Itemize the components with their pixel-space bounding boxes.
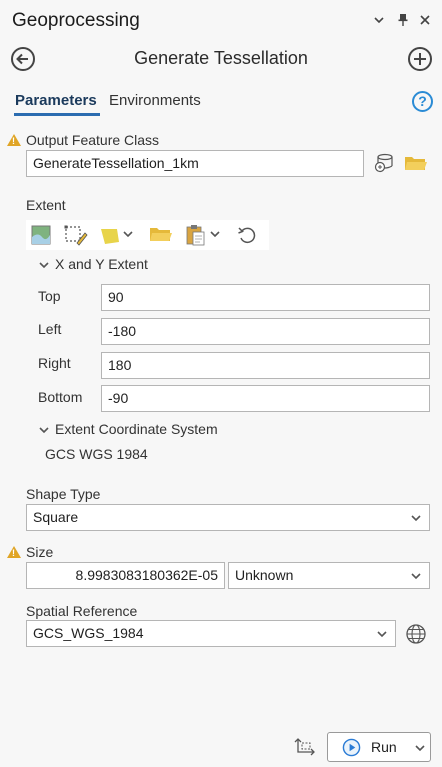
pane-title: Geoprocessing xyxy=(12,10,140,31)
globe-icon xyxy=(406,624,426,644)
extent-coordinate-system-label: Extent Coordinate System xyxy=(55,421,218,437)
warning-icon: ! xyxy=(7,546,21,558)
extent-left-label: Left xyxy=(38,321,62,337)
chevron-down-icon xyxy=(209,228,221,243)
chevron-down-icon xyxy=(374,17,384,24)
chevron-down-icon xyxy=(411,515,421,522)
extent-label: Extent xyxy=(26,197,66,213)
size-value-input[interactable]: 8.9983083180362E-05 xyxy=(26,562,225,589)
pane-options-dropdown[interactable] xyxy=(372,12,386,28)
chevron-down-icon xyxy=(122,228,134,243)
spatial-reference-value: GCS_WGS_1984 xyxy=(33,625,144,641)
footer-action-button[interactable] xyxy=(294,736,318,758)
pin-pane-button[interactable] xyxy=(396,12,410,28)
shape-type-value: Square xyxy=(33,509,79,525)
size-unit-value: Unknown xyxy=(235,567,294,583)
undo-icon xyxy=(238,227,256,244)
chevron-down-icon xyxy=(377,631,387,638)
close-pane-button[interactable] xyxy=(418,12,432,28)
xy-extent-section-toggle[interactable]: X and Y Extent xyxy=(38,256,238,274)
extent-from-map-button[interactable] xyxy=(30,223,52,249)
warning-icon: ! xyxy=(7,134,21,146)
pin-icon xyxy=(398,14,408,26)
browse-folder-button[interactable] xyxy=(404,153,428,173)
play-icon xyxy=(342,738,361,757)
spatial-reference-label: Spatial Reference xyxy=(26,603,138,619)
shape-type-label: Shape Type xyxy=(26,486,101,502)
extent-left-input[interactable]: -180 xyxy=(101,318,430,345)
output-feature-class-label: Output Feature Class xyxy=(26,132,160,148)
chevron-down-icon xyxy=(39,427,49,434)
folder-icon xyxy=(405,157,427,170)
chevron-down-icon xyxy=(39,262,49,269)
spatial-reference-select[interactable]: GCS_WGS_1984 xyxy=(26,620,396,647)
tab-parameters[interactable]: Parameters xyxy=(15,92,97,109)
help-icon[interactable]: ? xyxy=(412,91,433,112)
run-button-label: Run xyxy=(371,739,397,755)
coordinate-system-button[interactable] xyxy=(405,623,427,645)
browse-extent-folder-button[interactable] xyxy=(149,223,173,249)
output-feature-class-input[interactable]: GenerateTessellation_1km xyxy=(26,150,364,177)
layer-polygon-icon xyxy=(101,229,119,244)
chevron-down-icon xyxy=(411,573,421,580)
extent-bottom-input[interactable]: -90 xyxy=(101,385,430,412)
extent-top-input[interactable]: 90 xyxy=(101,284,430,311)
tab-environments[interactable]: Environments xyxy=(109,92,201,109)
paste-extent-dropdown[interactable] xyxy=(185,223,223,249)
extent-bottom-label: Bottom xyxy=(38,389,83,405)
draw-rectangle-icon xyxy=(64,225,88,246)
xy-extent-section-label: X and Y Extent xyxy=(55,256,148,272)
clipboard-icon xyxy=(186,225,205,246)
shape-type-select[interactable]: Square xyxy=(26,504,430,531)
extent-right-label: Right xyxy=(38,355,71,371)
database-browse-button[interactable] xyxy=(373,152,395,174)
run-button[interactable]: Run xyxy=(327,732,431,762)
chevron-down-icon xyxy=(415,745,425,752)
extent-right-input[interactable]: 180 xyxy=(101,352,430,379)
map-extent-icon xyxy=(31,225,51,245)
extent-from-layer-dropdown[interactable] xyxy=(99,223,135,249)
database-icon xyxy=(374,153,393,173)
size-label: Size xyxy=(26,544,54,560)
size-unit-select[interactable]: Unknown xyxy=(228,562,430,589)
extent-coordinate-system-toggle[interactable]: Extent Coordinate System xyxy=(38,421,258,439)
plus-icon xyxy=(414,53,426,65)
close-icon xyxy=(420,15,430,25)
extent-top-label: Top xyxy=(38,288,61,304)
active-tab-indicator xyxy=(14,113,100,116)
extent-arrow-icon xyxy=(294,738,315,756)
add-button[interactable] xyxy=(408,47,432,71)
extent-coordinate-system-value: GCS WGS 1984 xyxy=(45,446,148,462)
tool-name: Generate Tessellation xyxy=(134,48,308,68)
folder-icon xyxy=(150,228,172,241)
reset-extent-button[interactable] xyxy=(236,223,260,249)
draw-extent-button[interactable] xyxy=(63,223,89,249)
